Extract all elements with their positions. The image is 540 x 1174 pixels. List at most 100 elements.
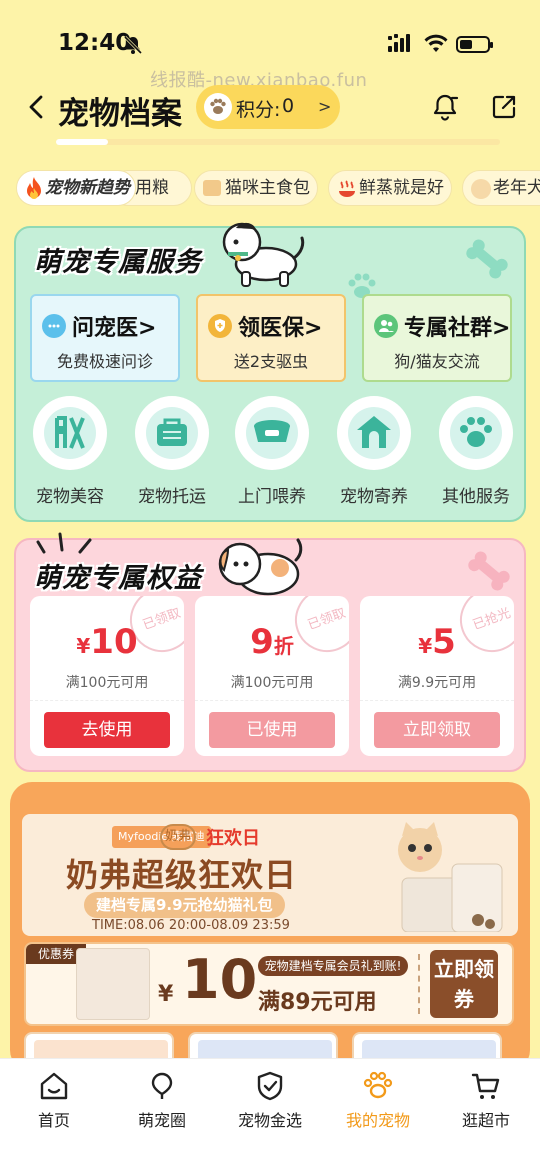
service-item-feeding[interactable]: 上门喂养 [230,396,314,507]
chevron-right-icon: > [138,316,157,341]
claim-insurance-title: 领医保 [238,316,305,341]
nav-my-pets[interactable]: 我的宠物 [328,1071,428,1131]
trend-chip[interactable]: 鲜蒸就是好 [328,170,452,206]
coupon-card: 已领取 ¥10 满100元可用 去使用 [30,596,184,756]
sparkle-icon [36,532,92,554]
bell-off-icon [123,35,143,55]
promo-panel: Myfoodie 麦富迪 奶弗 狂欢日 奶弗超级狂欢日 建档专属9.9元抢幼猫礼… [10,782,530,1072]
ask-vet-subtitle: 免费极速问诊 [56,352,153,371]
signal-icon [388,34,410,52]
trend-chip-label: 老年犬 [493,178,540,198]
chevron-right-icon: > [318,97,332,116]
badge-check-icon [257,1071,283,1101]
community-button[interactable]: 专属社群> 狗/猫友交流 [362,294,512,382]
service-item-boarding[interactable]: 宠物寄养 [332,396,416,507]
ask-vet-button[interactable]: 问宠医> 免费极速问诊 [30,294,180,382]
dog-face-icon [471,179,491,199]
coupon-card: 已领取 9折 满100元可用 已使用 [195,596,349,756]
flame-icon [27,177,41,199]
bone-icon [466,239,508,279]
page-title: 宠物档案 [58,96,182,132]
paw-icon [363,1071,393,1099]
coupon-prefix: ¥ [76,634,91,658]
product-bag-image [76,948,150,1020]
promo-headline: 奶弗超级狂欢日 [66,856,298,894]
coupon-value: 9 [250,622,274,662]
points-value: 0 [282,95,295,117]
paw-icon [460,417,492,447]
trend-main-chip[interactable]: 宠物新趋势 [16,170,136,206]
coupon-amount: 10 [182,948,258,1011]
service-item-label: 其他服务 [442,487,510,507]
home-icon [40,1072,68,1100]
nav-label: 逛超市 [461,1111,510,1130]
coupon-suffix: 折 [273,634,294,658]
bowl-icon [254,420,290,442]
steam-icon [339,180,355,197]
trend-chip[interactable]: 老年犬 [462,170,540,206]
nav-pet-circle[interactable]: 萌宠圈 [112,1071,212,1131]
house-icon [357,416,391,448]
promo-banner[interactable]: Myfoodie 麦富迪 奶弗 狂欢日 奶弗超级狂欢日 建档专属9.9元抢幼猫礼… [22,814,518,936]
paw-icon [204,93,232,121]
nav-supermarket[interactable]: 逛超市 [436,1071,536,1131]
bone-icon [468,551,510,591]
service-section-title: 萌宠专属服务 [34,247,202,278]
kitten-product-image-icon [398,822,503,932]
nav-label: 宠物金选 [237,1111,302,1130]
food-pack-icon [203,180,221,196]
service-item-label: 上门喂养 [238,487,306,507]
service-item-label: 宠物寄养 [340,487,408,507]
carrier-icon [157,418,187,446]
claim-insurance-subtitle: 送2支驱虫 [233,352,309,371]
back-button[interactable] [24,94,50,120]
coupon-card: 已抢光 ¥5 满9.9元可用 立即领取 [360,596,514,756]
coupon-prefix: ¥ [418,634,433,658]
coupon-note: 宠物建档专属会员礼到账! [258,956,408,976]
ask-vet-title: 问宠医 [72,316,139,341]
claim-promo-coupon-button[interactable]: 立即领券 [430,950,498,1018]
puppy-illustration-icon [218,538,303,596]
trend-chip-label: 用粮 [135,178,169,198]
nav-pet-select[interactable]: 宠物金选 [220,1071,320,1131]
wifi-icon [424,34,448,52]
service-item-transport[interactable]: 宠物托运 [130,396,214,507]
nav-label: 萌宠圈 [137,1111,186,1130]
use-coupon-button[interactable]: 去使用 [44,712,170,748]
bottom-nav: 首页 萌宠圈 宠物金选 我的宠物 逛超市 [0,1058,540,1174]
service-item-grooming[interactable]: 宠物美容 [28,396,112,507]
nav-home[interactable]: 首页 [4,1071,104,1131]
community-head: 专属社群> [374,310,511,341]
promo-coupon: 优惠券 ¥ 10 宠物建档专属会员礼到账! 满89元可用 立即领券 [24,942,514,1026]
service-item-other[interactable]: 其他服务 [434,396,518,507]
notification-bell-icon[interactable] [430,92,460,122]
status-time: 12:40 [58,30,132,56]
coupon-used-button[interactable]: 已使用 [209,712,335,748]
coupon-amount: ¥5 [360,622,514,662]
community-title: 专属社群 [404,316,493,341]
claim-insurance-button[interactable]: 领医保> 送2支驱虫 [196,294,346,382]
pet-service-card: 萌宠专属服务 问宠医> 免费极速问诊 领医保> 送2支驱虫 专属社群> 狗/猫友… [14,222,526,522]
trend-chip[interactable]: 猫咪主食包 [194,170,318,206]
service-item-label: 宠物托运 [138,487,206,507]
people-icon [374,314,398,338]
trend-chip-label: 鲜蒸就是好 [359,178,444,198]
share-icon[interactable] [490,93,518,121]
chevron-right-icon: > [492,316,511,341]
pet-benefits-card: 萌宠专属权益 已领取 ¥10 满100元可用 去使用 已领取 9折 满100元可… [14,532,526,772]
brand-logo-secondary: 奶弗 [160,824,196,850]
chevron-right-icon: > [304,316,323,341]
points-button[interactable]: 积分: 0 > [196,85,340,129]
service-item-label: 宠物美容 [36,487,104,507]
points-label: 积分: [236,99,281,121]
coupon-condition: 满100元可用 [65,675,149,691]
coupon-value: 10 [90,622,138,662]
claim-coupon-button[interactable]: 立即领取 [374,712,500,748]
coupon-amount: ¥10 [30,622,184,662]
cart-icon [471,1073,500,1099]
pet-profile-progress-bar [56,139,500,145]
balloon-icon [151,1072,173,1099]
nav-label: 我的宠物 [345,1111,410,1130]
grooming-icon [55,416,85,449]
promo-subtitle: 建档专属9.9元抢幼猫礼包 [84,892,285,918]
